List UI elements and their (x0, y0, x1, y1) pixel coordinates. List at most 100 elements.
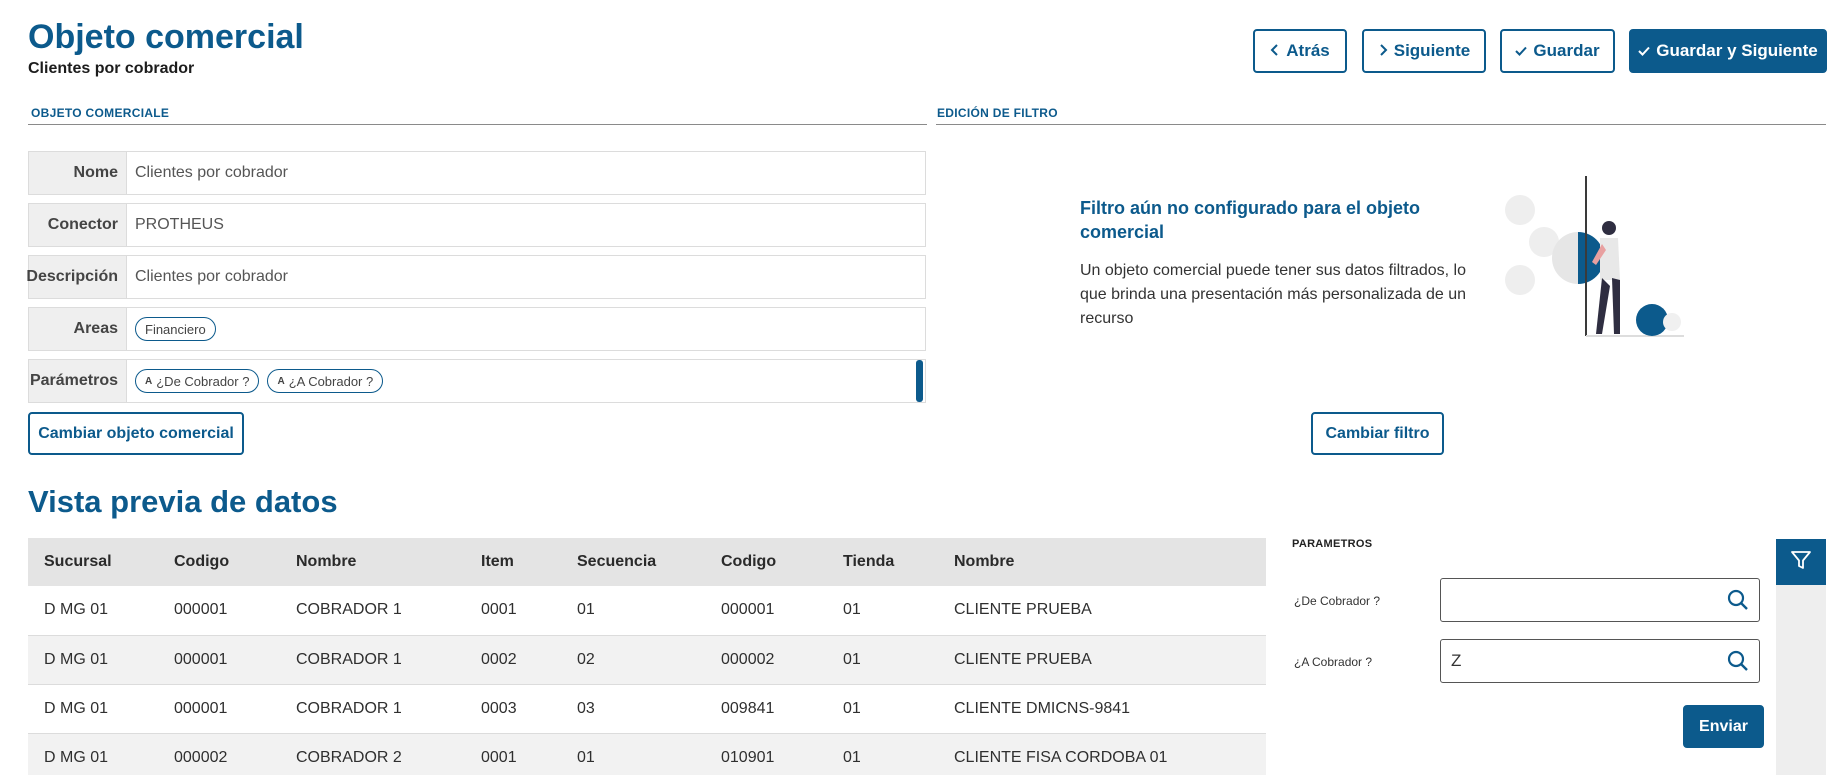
submit-params-label: Enviar (1699, 717, 1748, 735)
chevron-left-icon (1270, 43, 1280, 59)
field-name-value: Clientes por cobrador (135, 164, 288, 181)
parameter-chip: A ¿De Cobrador ? (135, 369, 260, 393)
params-header: PARAMETROS (1292, 538, 1373, 550)
table-row[interactable]: D MG 01 000001 COBRADOR 1 0001 01 000001… (28, 586, 1266, 636)
table-cell: 0003 (465, 684, 561, 734)
back-label: Atrás (1286, 41, 1330, 60)
table-cell: COBRADOR 1 (280, 635, 465, 685)
table-cell: CLIENTE DMICNS-9841 (938, 684, 1266, 734)
table-cell: COBRADOR 2 (280, 733, 465, 775)
column-header[interactable]: Secuencia (561, 538, 705, 586)
param-from-input[interactable] (1440, 578, 1760, 622)
next-label: Siguiente (1393, 41, 1471, 60)
filter-section-divider (936, 124, 1826, 125)
change-object-button[interactable]: Cambiar objeto comercial (28, 412, 244, 455)
search-icon[interactable] (1727, 589, 1749, 616)
object-section-divider (28, 124, 927, 125)
table-cell: 010901 (705, 733, 827, 775)
table-cell: 009841 (705, 684, 827, 734)
column-header[interactable]: Tienda (827, 538, 938, 586)
param-to-value: Z (1451, 651, 1462, 670)
change-object-label: Cambiar objeto comercial (38, 424, 234, 442)
save-and-next-label: Guardar y Siguiente (1656, 41, 1818, 60)
chevron-right-icon (1378, 43, 1388, 59)
field-description-label: Descripción (26, 256, 127, 298)
back-button[interactable]: Atrás (1253, 29, 1347, 73)
field-description-value: Clientes por cobrador (135, 268, 288, 285)
field-parameters-value: A ¿De Cobrador ? A ¿A Cobrador ? (127, 360, 925, 402)
field-connector: Conector PROTHEUS (28, 203, 926, 247)
object-section-header: OBJETO COMERCIALE (31, 106, 170, 120)
column-header[interactable]: Item (465, 538, 561, 586)
table-cell: 01 (827, 586, 938, 636)
table-cell: D MG 01 (28, 733, 158, 775)
page-title: Objeto comercial (28, 18, 304, 56)
table-cell: CLIENTE PRUEBA (938, 635, 1266, 685)
preview-table: Sucursal Codigo Nombre Item Secuencia Co… (28, 538, 1266, 775)
table-cell: 01 (827, 684, 938, 734)
field-areas-label: Areas (29, 308, 127, 350)
field-areas: Areas Financiero (28, 307, 926, 351)
filter-toggle-button[interactable] (1776, 539, 1826, 585)
table-cell: CLIENTE FISA CORDOBA 01 (938, 733, 1266, 775)
table-cell: 0001 (465, 586, 561, 636)
field-areas-value: Financiero (127, 308, 925, 350)
table-cell: 01 (561, 586, 705, 636)
column-header[interactable]: Sucursal (28, 538, 158, 586)
table-cell: D MG 01 (28, 684, 158, 734)
table-row[interactable]: D MG 01 000001 COBRADOR 1 0003 03 009841… (28, 684, 1266, 734)
filter-empty-description: Un objeto comercial puede tener sus dato… (1080, 262, 1467, 327)
table-cell: 02 (561, 635, 705, 685)
change-filter-button[interactable]: Cambiar filtro (1311, 412, 1444, 455)
preview-title: Vista previa de datos (28, 484, 338, 519)
field-connector-value: PROTHEUS (135, 216, 224, 233)
table-cell: 000001 (158, 586, 280, 636)
table-cell: CLIENTE PRUEBA (938, 586, 1266, 636)
table-cell: COBRADOR 1 (280, 586, 465, 636)
filter-icon (1789, 548, 1813, 577)
check-icon (1515, 43, 1528, 59)
submit-params-button[interactable]: Enviar (1683, 705, 1764, 748)
text-type-icon: A (145, 375, 153, 387)
check-icon (1638, 43, 1650, 59)
table-header-row: Sucursal Codigo Nombre Item Secuencia Co… (28, 538, 1266, 586)
table-cell: D MG 01 (28, 635, 158, 685)
table-cell: 0002 (465, 635, 561, 685)
page-subtitle: Clientes por cobrador (28, 60, 195, 77)
table-cell: 01 (827, 635, 938, 685)
column-header[interactable]: Codigo (158, 538, 280, 586)
search-icon[interactable] (1727, 650, 1749, 677)
table-cell: 03 (561, 684, 705, 734)
table-cell: 01 (561, 733, 705, 775)
save-and-next-button[interactable]: Guardar y Siguiente (1629, 29, 1827, 73)
table-cell: 01 (827, 733, 938, 775)
field-connector-label: Conector (29, 204, 127, 246)
column-header[interactable]: Nombre (938, 538, 1266, 586)
table-cell: 0001 (465, 733, 561, 775)
field-name-label: Nome (29, 152, 127, 194)
param-from-label: ¿De Cobrador ? (1294, 594, 1381, 608)
text-type-icon: A (277, 375, 285, 387)
table-cell: 000001 (705, 586, 827, 636)
next-button[interactable]: Siguiente (1362, 29, 1486, 73)
save-label: Guardar (1533, 41, 1600, 60)
field-parameters: Parámetros A ¿De Cobrador ? A ¿A Cobrado… (28, 359, 926, 403)
table-cell: 000002 (705, 635, 827, 685)
table-cell: D MG 01 (28, 586, 158, 636)
table-cell: 000001 (158, 684, 280, 734)
column-header[interactable]: Codigo (705, 538, 827, 586)
person-pushing-ball-illustration (1505, 176, 1684, 337)
param-to-label: ¿A Cobrador ? (1294, 655, 1373, 669)
parameters-scrollbar[interactable] (916, 360, 923, 402)
table-row[interactable]: D MG 01 000002 COBRADOR 2 0001 01 010901… (28, 733, 1266, 775)
field-name: Nome Clientes por cobrador (28, 151, 926, 195)
save-button[interactable]: Guardar (1500, 29, 1615, 73)
table-cell: 000001 (158, 635, 280, 685)
param-to-input[interactable]: Z (1440, 639, 1760, 683)
column-header[interactable]: Nombre (280, 538, 465, 586)
table-row[interactable]: D MG 01 000001 COBRADOR 1 0002 02 000002… (28, 635, 1266, 685)
field-parameters-label: Parámetros (29, 360, 127, 402)
parameter-chip-label: ¿De Cobrador ? (156, 373, 250, 389)
filter-section-header: EDICIÓN DE FILTRO (937, 106, 1058, 120)
table-cell: COBRADOR 1 (280, 684, 465, 734)
